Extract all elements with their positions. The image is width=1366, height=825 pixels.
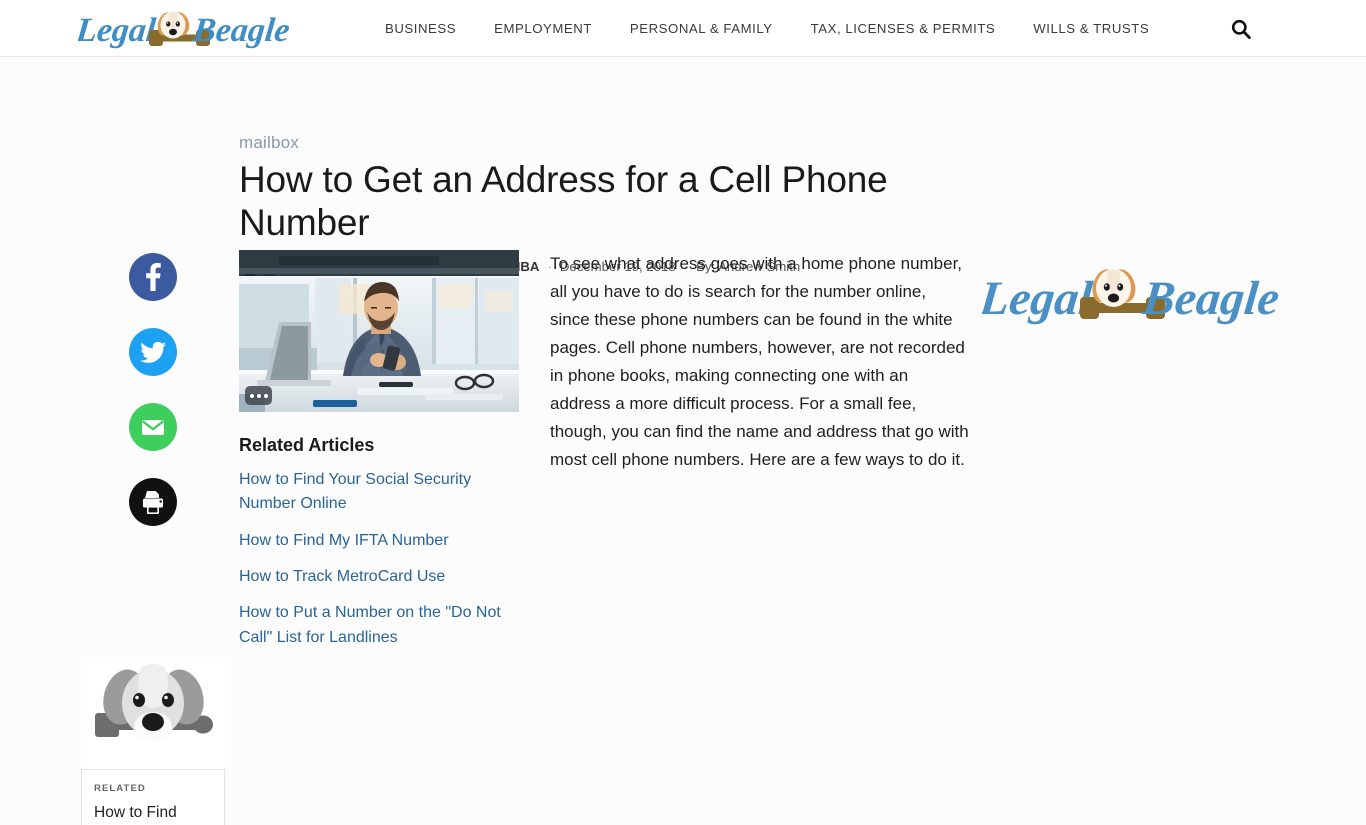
social-share-rail xyxy=(129,253,177,526)
hero-photo xyxy=(239,250,519,412)
list-item: How to Find My IFTA Number xyxy=(239,529,519,553)
nav-item-tax-licenses-permits[interactable]: TAX, LICENSES & PERMITS xyxy=(811,21,996,36)
search-icon xyxy=(1231,19,1251,40)
sticky-card-body: RELATED How to Find xyxy=(81,769,225,825)
share-twitter-button[interactable] xyxy=(129,328,177,376)
svg-text:Legal: Legal xyxy=(982,272,1096,325)
nav-item-business[interactable]: BUSINESS xyxy=(385,21,456,36)
ellipsis-dot-1 xyxy=(249,393,254,398)
nav-item-employment[interactable]: EMPLOYMENT xyxy=(494,21,592,36)
sticky-card-kicker: RELATED xyxy=(94,783,146,794)
beagle-with-bone-logo-icon: Legal Beagle xyxy=(982,269,1282,325)
share-email-button[interactable] xyxy=(129,403,177,451)
related-articles-list: How to Find Your Social Security Number … xyxy=(239,468,519,650)
svg-text:Beagle: Beagle xyxy=(190,12,291,49)
list-item: How to Put a Number on the "Do Not Call"… xyxy=(239,601,519,650)
twitter-icon xyxy=(140,341,166,363)
watermark-logo: Legal Beagle xyxy=(982,262,1282,334)
image-options-badge[interactable] xyxy=(245,386,272,405)
share-facebook-button[interactable] xyxy=(129,253,177,301)
article-paragraph: To see what address goes with a home pho… xyxy=(550,254,969,469)
svg-text:Legal: Legal xyxy=(78,12,158,49)
site-header: Legal Beagle BUSINESS EMPLOYMENT PERSONA… xyxy=(0,0,1366,57)
envelope-icon xyxy=(141,420,165,435)
article-right-column: To see what address goes with a home pho… xyxy=(550,250,970,474)
breadcrumb-category[interactable]: mailbox xyxy=(239,133,299,153)
sticky-related-card[interactable]: RELATED How to Find xyxy=(81,657,225,825)
beagle-with-bone-logo-icon: Legal Beagle xyxy=(78,11,292,49)
related-link-2[interactable]: How to Find My IFTA Number xyxy=(239,532,449,549)
beagle-with-gavel-icon xyxy=(81,657,225,769)
ellipsis-dot-2 xyxy=(256,393,261,398)
related-link-3[interactable]: How to Track MetroCard Use xyxy=(239,568,445,585)
ellipsis-dot-3 xyxy=(263,393,268,398)
related-link-4[interactable]: How to Put a Number on the "Do Not Call"… xyxy=(239,604,501,645)
related-articles-title: Related Articles xyxy=(239,435,375,455)
site-logo[interactable]: Legal Beagle xyxy=(78,5,293,53)
share-print-button[interactable] xyxy=(129,478,177,526)
sticky-card-thumbnail xyxy=(81,657,225,769)
search-button[interactable] xyxy=(1226,14,1256,44)
main-navigation: BUSINESS EMPLOYMENT PERSONAL & FAMILY TA… xyxy=(385,0,1149,57)
facebook-icon xyxy=(146,263,161,291)
printer-icon xyxy=(143,491,163,514)
page-title: How to Get an Address for a Cell Phone N… xyxy=(239,159,888,243)
list-item: How to Track MetroCard Use xyxy=(239,565,519,589)
related-link-1[interactable]: How to Find Your Social Security Number … xyxy=(239,471,471,512)
list-item: How to Find Your Social Security Number … xyxy=(239,468,519,517)
svg-text:Beagle: Beagle xyxy=(1139,272,1282,325)
nav-item-wills-trusts[interactable]: WILLS & TRUSTS xyxy=(1033,21,1149,36)
article-left-column: Related Articles How to Find Your Social… xyxy=(239,250,519,662)
hero-image xyxy=(239,250,519,412)
nav-item-personal-family[interactable]: PERSONAL & FAMILY xyxy=(630,21,773,36)
sticky-card-headline[interactable]: How to Find xyxy=(94,803,212,823)
